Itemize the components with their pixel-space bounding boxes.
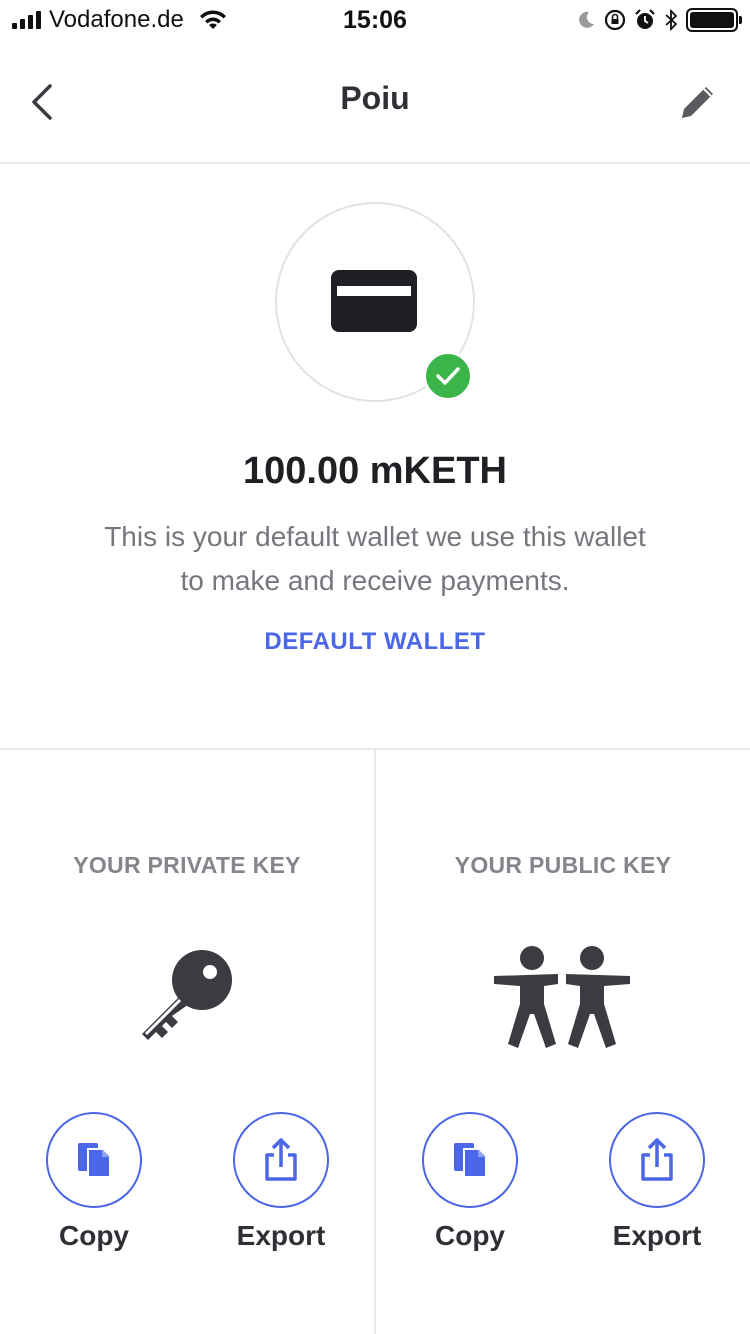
bluetooth-icon bbox=[665, 9, 678, 31]
copy-private-key-button[interactable]: Copy bbox=[34, 1112, 154, 1252]
credit-card-icon bbox=[331, 270, 417, 332]
private-key-panel: YOUR PRIVATE KEY Copy Export bbox=[0, 750, 374, 1334]
default-wallet-link[interactable]: DEFAULT WALLET bbox=[0, 628, 750, 656]
copy-label: Copy bbox=[435, 1220, 505, 1251]
status-right bbox=[576, 8, 742, 32]
page-title: Poiu bbox=[340, 80, 410, 116]
nav-bar: Poiu bbox=[0, 40, 750, 164]
edit-button[interactable] bbox=[676, 80, 720, 124]
pencil-icon bbox=[682, 87, 713, 118]
export-private-key-button[interactable]: Export bbox=[221, 1112, 341, 1252]
share-icon bbox=[265, 1138, 297, 1181]
copy-icon bbox=[78, 1143, 111, 1178]
public-key-title: YOUR PUBLIC KEY bbox=[454, 852, 672, 878]
public-key-panel: YOUR PUBLIC KEY Copy Export bbox=[376, 750, 750, 1334]
wallet-balance: 100.00 mKETH bbox=[242, 450, 507, 492]
copy-icon bbox=[454, 1143, 487, 1178]
alarm-icon bbox=[635, 9, 655, 29]
moon-icon bbox=[579, 11, 594, 28]
checkmark-icon bbox=[423, 351, 473, 401]
wallet-description: This is your default wallet we use this … bbox=[104, 521, 646, 596]
key-icon bbox=[142, 950, 232, 1040]
copy-label: Copy bbox=[59, 1220, 129, 1251]
private-key-title: YOUR PRIVATE KEY bbox=[73, 852, 301, 878]
export-label: Export bbox=[612, 1220, 702, 1251]
rotation-lock-icon bbox=[604, 9, 626, 31]
status-bar: Vodafone.de 15:06 bbox=[0, 0, 750, 40]
export-label: Export bbox=[236, 1220, 326, 1251]
battery-icon bbox=[686, 8, 742, 32]
people-icon bbox=[494, 946, 630, 1048]
export-public-key-button[interactable]: Export bbox=[597, 1112, 717, 1252]
share-icon bbox=[641, 1138, 673, 1181]
copy-public-key-button[interactable]: Copy bbox=[410, 1112, 530, 1252]
